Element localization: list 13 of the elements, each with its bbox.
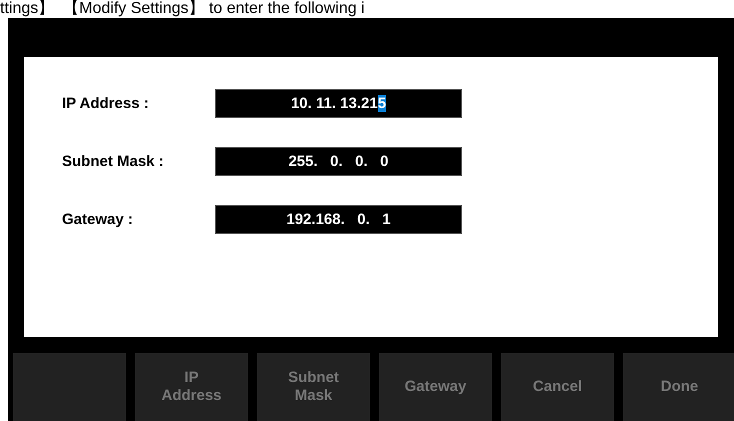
manual-text: ttings】 【Modify Settings】 to enter the following i bbox=[0, 0, 366, 18]
input-field[interactable]: 192.168. 0. 1 bbox=[215, 205, 462, 234]
softkey-button[interactable]: Gateway bbox=[379, 353, 492, 421]
field-label: Gateway : bbox=[62, 211, 134, 228]
softkey-button[interactable]: Subnet Mask bbox=[257, 353, 370, 421]
input-field[interactable]: 255. 0. 0. 0 bbox=[215, 147, 462, 176]
input-field[interactable]: 10. 11. 13.215 bbox=[215, 89, 462, 118]
softkey-button[interactable]: IP Address bbox=[135, 353, 248, 421]
blank-softkey[interactable] bbox=[13, 353, 126, 421]
field-label: Subnet Mask : bbox=[62, 153, 165, 170]
field-label: IP Address : bbox=[62, 95, 150, 112]
softkey-button[interactable]: Done bbox=[623, 353, 734, 421]
softkey-button[interactable]: Cancel bbox=[501, 353, 614, 421]
